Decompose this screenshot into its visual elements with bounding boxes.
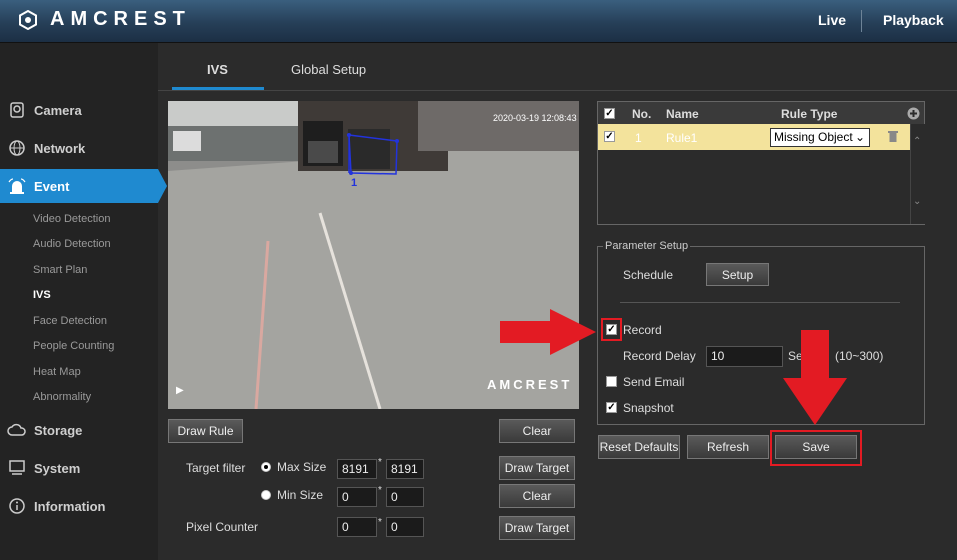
schedule-setup-button[interactable]: Setup [706, 263, 769, 286]
monitor-icon [6, 457, 28, 479]
max-size-radio[interactable] [261, 462, 271, 472]
min-height-input[interactable]: 0 [386, 487, 424, 507]
rule-table-scrollbar[interactable]: ⌃ ⌄ [910, 124, 925, 224]
globe-icon [6, 137, 28, 159]
sidebar-item-label: Storage [34, 422, 83, 438]
min-width-input[interactable]: 0 [337, 487, 377, 507]
subitem-audio-detection[interactable]: Audio Detection [33, 238, 111, 250]
select-all-checkbox[interactable]: ✓ [604, 108, 615, 119]
playback-link[interactable]: Playback [883, 12, 944, 28]
sidebar-item-label: Information [34, 498, 106, 514]
info-icon [6, 495, 28, 517]
sidebar-item-system[interactable]: System [0, 451, 158, 485]
sidebar: Camera Network Event Video Detection Aud… [0, 43, 158, 560]
sidebar-item-network[interactable]: Network [0, 131, 158, 165]
rule-area-number: 1 [351, 177, 358, 189]
sidebar-item-camera[interactable]: Camera [0, 93, 158, 127]
rule-type-value: Missing Object [774, 130, 853, 144]
chevron-down-icon: ⌄ [854, 130, 865, 144]
trash-icon[interactable] [887, 129, 899, 143]
min-size-label: Min Size [277, 488, 324, 502]
active-item-pointer [158, 169, 167, 203]
sidebar-item-label: Camera [34, 102, 82, 118]
times-sign: * [378, 457, 382, 468]
pixel-width-input[interactable]: 0 [337, 517, 377, 537]
cloud-icon [6, 419, 28, 441]
send-email-label: Send Email [623, 375, 685, 389]
sidebar-item-event[interactable]: Event [0, 169, 158, 203]
live-link[interactable]: Live [818, 12, 846, 28]
draw-target-max-button[interactable]: Draw Target [499, 456, 575, 480]
amcrest-logo-icon [19, 10, 37, 30]
record-highlight-box [601, 318, 622, 341]
scroll-up-icon[interactable]: ⌃ [913, 136, 921, 147]
video-watermark: AMCREST [487, 377, 573, 392]
arrow-right-icon [500, 309, 596, 355]
schedule-label: Schedule [623, 268, 674, 282]
tab-ivs[interactable]: IVS [207, 62, 228, 77]
speaker-icon: ▶ [176, 385, 184, 396]
clear-rule-button[interactable]: Clear [499, 419, 575, 443]
sidebar-item-label: Event [34, 178, 70, 194]
max-width-input[interactable]: 8191 [337, 459, 377, 479]
send-email-checkbox[interactable] [606, 376, 617, 387]
min-size-radio[interactable] [261, 490, 271, 500]
max-size-label: Max Size [277, 460, 327, 474]
active-tab-indicator [172, 87, 264, 90]
sidebar-item-label: Network [34, 140, 86, 156]
clear-target-button[interactable]: Clear [499, 484, 575, 508]
parameter-setup-legend: Parameter Setup [603, 240, 691, 252]
brand-logo-text: AMCREST [50, 8, 191, 30]
times-sign: * [378, 517, 382, 528]
alarm-icon [6, 175, 28, 197]
col-rule-type: Rule Type [781, 107, 838, 121]
subitem-video-detection[interactable]: Video Detection [33, 213, 110, 225]
target-filter-label: Target filter [186, 461, 246, 475]
reset-defaults-button[interactable]: Reset Defaults [598, 435, 680, 459]
tab-bar [158, 43, 957, 91]
refresh-button[interactable]: Refresh [687, 435, 769, 459]
header-divider [861, 10, 862, 32]
rule-row-name[interactable]: Rule1 [666, 131, 697, 145]
subitem-heat-map[interactable]: Heat Map [33, 366, 81, 378]
times-sign: * [378, 485, 382, 496]
add-rule-icon[interactable] [907, 107, 920, 120]
record-delay-label: Record Delay [623, 349, 696, 363]
subitem-smart-plan[interactable]: Smart Plan [33, 264, 87, 276]
parameter-divider [620, 302, 900, 303]
sidebar-item-storage[interactable]: Storage [0, 413, 158, 447]
video-timestamp: 2020-03-19 12:08:43 [493, 113, 577, 123]
rule-row-checkbox[interactable]: ✓ [604, 131, 615, 142]
max-height-input[interactable]: 8191 [386, 459, 424, 479]
draw-target-pixel-button[interactable]: Draw Target [499, 516, 575, 540]
camera-video-preview[interactable]: 2020-03-19 12:08:43 1 AMCREST ▶ [168, 101, 579, 409]
subitem-people-counting[interactable]: People Counting [33, 340, 114, 352]
scroll-down-icon[interactable]: ⌄ [913, 196, 921, 207]
rule-type-select[interactable]: Missing Object ⌄ [770, 128, 870, 147]
record-delay-input[interactable]: 10 [706, 346, 783, 367]
subitem-ivs[interactable]: IVS [33, 289, 51, 301]
snapshot-label: Snapshot [623, 401, 674, 415]
pixel-counter-label: Pixel Counter [186, 520, 259, 534]
pixel-height-input[interactable]: 0 [386, 517, 424, 537]
draw-rule-button[interactable]: Draw Rule [168, 419, 243, 443]
sidebar-item-label: System [34, 460, 81, 476]
subitem-abnormality[interactable]: Abnormality [33, 391, 91, 403]
save-highlight-box [770, 430, 862, 466]
snapshot-checkbox[interactable]: ✓ [606, 402, 617, 413]
camera-icon [6, 99, 28, 121]
record-label: Record [623, 323, 662, 337]
tab-global-setup[interactable]: Global Setup [291, 62, 366, 77]
col-name: Name [666, 107, 699, 121]
subitem-face-detection[interactable]: Face Detection [33, 315, 107, 327]
col-no: No. [632, 107, 652, 121]
sidebar-item-information[interactable]: Information [0, 489, 158, 523]
camera-scene [168, 101, 579, 409]
arrow-down-icon [783, 330, 847, 425]
rule-row-number: 1 [635, 131, 642, 145]
